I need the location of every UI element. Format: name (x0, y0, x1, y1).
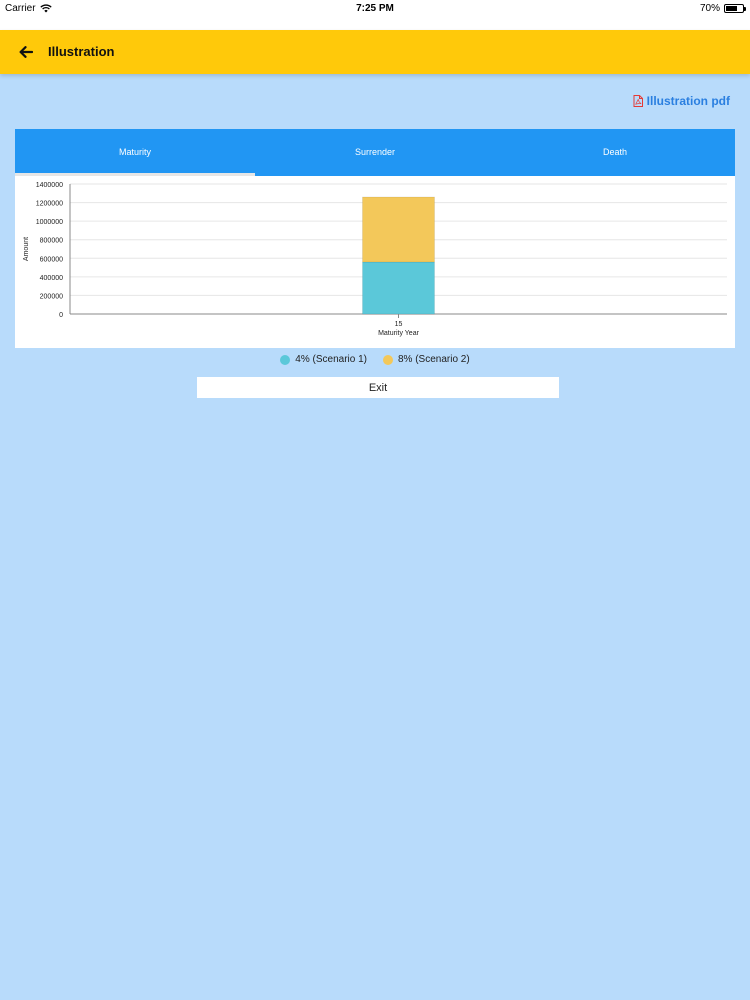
chart-legend: 4% (Scenario 1) 8% (Scenario 2) (0, 354, 750, 365)
illustration-pdf-link[interactable]: Illustration pdf (633, 94, 730, 108)
pdf-file-icon (633, 95, 643, 107)
legend-label-scenario-1: 4% (Scenario 1) (295, 354, 367, 365)
y-tick-label: 1400000 (36, 182, 63, 189)
legend-label-scenario-2: 8% (Scenario 2) (398, 354, 470, 365)
battery-icon (724, 4, 746, 13)
illustration-pdf-label: Illustration pdf (646, 94, 730, 108)
tab-death[interactable]: Death (495, 129, 735, 176)
status-time: 7:25 PM (356, 3, 394, 14)
status-right: 70% (699, 3, 746, 14)
legend-dot-scenario-1 (280, 354, 291, 365)
tab-maturity[interactable]: Maturity (15, 129, 255, 176)
exit-button[interactable]: Exit (197, 377, 559, 398)
y-tick-label: 1200000 (36, 201, 63, 208)
tab-bar: Maturity Surrender Death (15, 129, 735, 176)
legend-item-scenario-1: 4% (Scenario 1) (280, 354, 367, 365)
back-button[interactable] (12, 38, 40, 66)
status-bar: Carrier 7:25 PM 70% (0, 0, 750, 30)
y-tick-label: 400000 (40, 275, 63, 282)
app-bar: Illustration (0, 30, 750, 74)
x-axis-label: Maturity Year (378, 330, 420, 337)
maturity-chart: 0 200000 400000 600000 800000 1000000 1200000 1… (23, 182, 727, 337)
chart-card: 0 200000 400000 600000 800000 1000000 1200000 1… (15, 176, 735, 348)
y-axis-label: Amount (23, 237, 30, 261)
battery-fill (726, 6, 738, 11)
legend-item-scenario-2: 8% (Scenario 2) (383, 354, 470, 365)
y-tick-label: 200000 (40, 293, 63, 300)
tab-surrender[interactable]: Surrender (255, 129, 495, 176)
arrow-left-icon (19, 46, 33, 58)
x-tick-label: 15 (395, 321, 403, 328)
page-title: Illustration (48, 44, 115, 59)
bar-segment (362, 196, 435, 263)
y-tick-label: 0 (59, 312, 63, 319)
y-tick-label: 800000 (40, 238, 63, 245)
bar-segment (362, 261, 435, 315)
y-tick-label: 1000000 (36, 219, 63, 226)
y-tick-label: 600000 (40, 256, 63, 263)
legend-dot-scenario-2 (383, 354, 393, 365)
battery-percent: 70% (699, 3, 720, 14)
